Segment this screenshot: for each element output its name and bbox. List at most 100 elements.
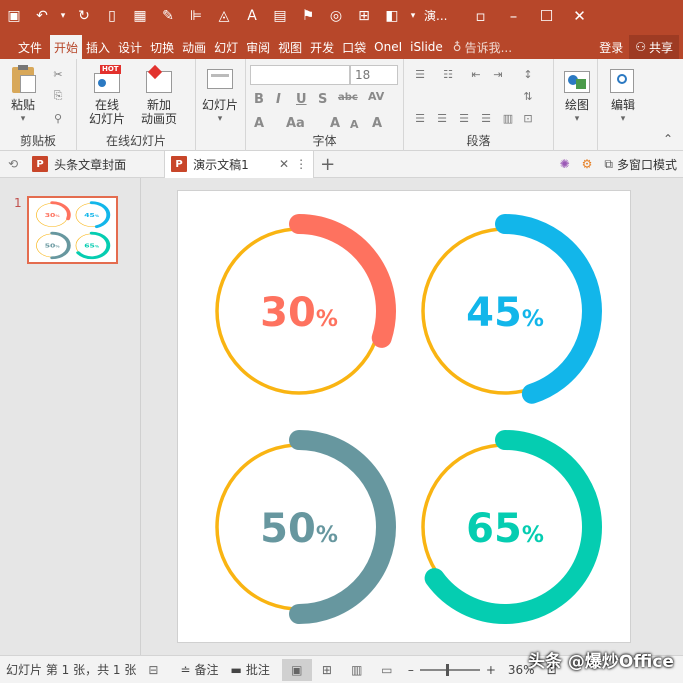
paste-button[interactable]: 粘贴 ▾ [8,65,38,126]
shape-icon[interactable]: ◎ [322,0,350,31]
shadow-button[interactable]: S [318,92,327,107]
zoom-out-button[interactable]: – [402,656,420,683]
minimize-button[interactable]: – [497,0,530,31]
char-spacing-button[interactable]: AV [368,90,384,103]
color-picker-icon[interactable]: ◧ [378,0,406,31]
vertical-scrollbar[interactable] [668,178,683,655]
zoom-in-button[interactable]: + [480,656,502,683]
bold-button[interactable]: B [254,92,264,107]
customize-toolbar-icon[interactable]: ▾ [406,0,420,31]
slideshow-button[interactable]: ▭ [372,659,402,681]
align-left-icon[interactable]: ☰ [412,111,428,125]
tab-review[interactable]: 审阅 [242,35,274,59]
tab-animations[interactable]: 动画 [178,35,210,59]
decrease-indent-icon[interactable]: ⇤ [468,67,484,81]
editing-button[interactable]: 编辑 ▾ [608,65,638,126]
normal-view-button[interactable]: ▣ [281,658,312,681]
doc-tab-cover[interactable]: P 头条文章封面 [26,151,164,178]
fill-icon[interactable]: ◬ [210,0,238,31]
ribbon-display-icon[interactable]: ▫ [464,0,497,31]
cut-icon[interactable]: ✂ [50,67,66,81]
maximize-button[interactable]: ☐ [530,0,563,31]
align-center-icon[interactable]: ☰ [434,111,450,125]
font-color-button[interactable]: A [254,116,264,131]
star-icon[interactable]: ✺ [554,151,576,178]
tab-home[interactable]: 开始 [50,35,83,59]
zoom-slider[interactable] [419,663,480,676]
italic-button[interactable]: I [276,92,281,107]
numbering-icon[interactable]: ☷ [440,67,456,81]
multi-window-button[interactable]: ⧉ 多窗口模式 [598,151,683,178]
strikethrough-button[interactable]: abc [338,92,358,103]
tab-file[interactable]: 文件 [14,35,50,59]
new-animation-button[interactable]: 新加 动画页 [141,64,177,126]
collapse-ribbon-icon[interactable]: ⌃ [663,132,673,146]
tab-insert[interactable]: 插入 [82,35,114,59]
line-spacing-icon[interactable]: ↕ [520,67,536,81]
crop-icon[interactable]: ⊞ [350,0,378,31]
ribbon: 粘贴 ▾ ✂ ⎘ ⚲ 剪贴板 HOT 在线 幻灯片 新加 动画页 在线幻灯片 幻… [0,59,683,151]
reading-view-button[interactable]: ▥ [342,659,372,681]
table-icon[interactable]: ▦ [126,0,154,31]
undo-icon[interactable]: ↶ [28,0,56,31]
tab-slideshow[interactable]: 幻灯 [210,35,242,59]
slide-canvas[interactable]: 30% 45% 50% 65% [177,190,631,643]
increase-font-button[interactable]: A [330,116,340,131]
online-slides-group-label: 在线幻灯片 [105,134,166,148]
slide-thumbnail[interactable]: 30% 45% 50% 65% [27,196,118,264]
tab-view[interactable]: 视图 [274,35,306,59]
text-direction-icon[interactable]: ⇅ [520,89,536,103]
slide-sorter-button[interactable]: ⊞ [312,659,342,681]
settings-gear-icon[interactable]: ⚙ [576,151,599,178]
decrease-font-button[interactable]: A [350,118,359,131]
tab-design[interactable]: 设计 [114,35,146,59]
spellcheck-icon[interactable]: ⊟ [142,656,164,683]
clear-format-button[interactable]: A [372,116,382,131]
notes-button[interactable]: ≐ 备注 [174,656,224,683]
bullets-icon[interactable]: ☰ [412,67,428,81]
smartart-icon[interactable]: ⊡ [520,111,536,125]
font-color-icon[interactable]: A [238,0,266,31]
new-tab-button[interactable]: + [314,151,341,178]
tab-developer[interactable]: 开发 [306,35,338,59]
save-icon[interactable]: ▣ [0,0,28,31]
clipboard-icon [8,65,38,95]
change-case-button[interactable]: Aa [286,116,305,131]
drawing-button[interactable]: 绘图 ▾ [562,65,592,126]
comments-button[interactable]: ▬ 批注 [224,656,275,683]
paste-icon[interactable]: ▤ [266,0,294,31]
pen-icon[interactable]: ✎ [154,0,182,31]
paste-dropdown-icon: ▾ [20,114,26,124]
tab-menu-icon[interactable]: ⋮ [295,157,307,171]
zoom-slider-thumb[interactable] [445,663,449,676]
new-document-icon[interactable]: ▯ [98,0,126,31]
new-animation-label-1: 新加 [147,98,172,112]
close-button[interactable]: ✕ [563,0,596,31]
percent-label-50: 50% [260,506,338,552]
justify-icon[interactable]: ☰ [478,111,494,125]
underline-button[interactable]: U [296,92,307,107]
online-slides-button[interactable]: HOT 在线 幻灯片 [89,65,125,126]
history-icon[interactable]: ⟲ [0,151,26,178]
redo-icon[interactable]: ↻ [70,0,98,31]
tab-pocket[interactable]: 口袋 [338,35,370,59]
align-icon[interactable]: ⊫ [182,0,210,31]
format-brush-icon[interactable]: ⚲ [50,111,66,125]
tab-onekey[interactable]: OneI [370,35,406,59]
share-button[interactable]: ⚇ 共享 [629,35,679,59]
tell-me-search[interactable]: ♁ 告诉我... [447,35,518,59]
font-name-box[interactable] [250,65,350,85]
increase-indent-icon[interactable]: ⇥ [490,67,506,81]
format-painter-icon[interactable]: ⚑ [294,0,322,31]
login-link[interactable]: 登录 [593,35,629,59]
align-right-icon[interactable]: ☰ [456,111,472,125]
copy-icon[interactable]: ⎘ [50,89,66,103]
tab-transitions[interactable]: 切换 [146,35,178,59]
undo-dropdown-icon[interactable]: ▾ [56,0,70,31]
slides-button[interactable]: 幻灯片 ▾ [202,65,238,126]
font-size-box[interactable]: 18 [350,65,398,85]
close-tab-icon[interactable]: ✕ [279,157,289,171]
columns-icon[interactable]: ▥ [500,111,516,125]
tab-islide[interactable]: iSlide [406,35,447,59]
doc-tab-presentation[interactable]: P 演示文稿1 ✕ ⋮ [164,150,315,178]
